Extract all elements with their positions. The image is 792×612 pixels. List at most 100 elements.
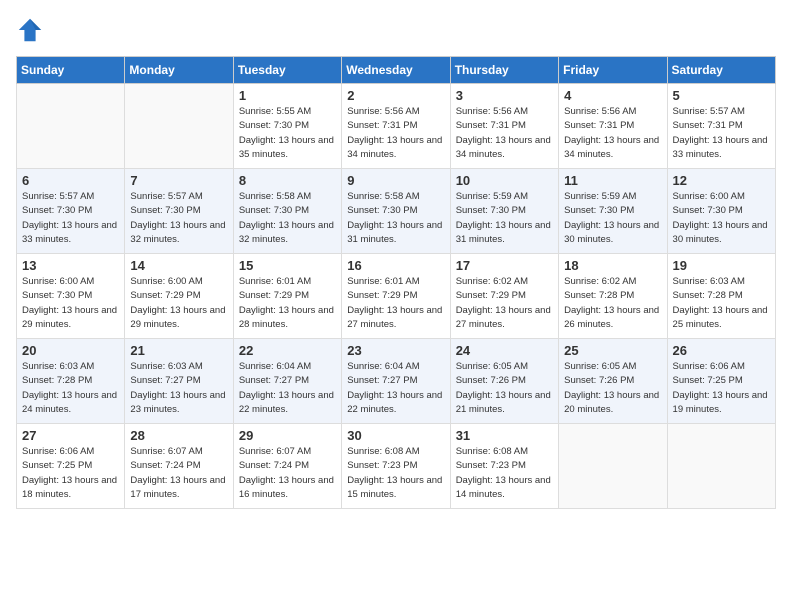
day-info: Sunrise: 6:03 AMSunset: 7:27 PMDaylight:… [130,360,227,417]
calendar-cell: 29 Sunrise: 6:07 AMSunset: 7:24 PMDayligh… [233,424,341,509]
calendar-cell: 9 Sunrise: 5:58 AMSunset: 7:30 PMDaylight… [342,169,450,254]
day-number: 2 [347,88,444,103]
day-info: Sunrise: 5:59 AMSunset: 7:30 PMDaylight:… [456,190,553,247]
calendar-cell: 28Sunrise: 6:07 AMSunset: 7:24 PMDayligh… [125,424,233,509]
day-number: 26 [673,343,770,358]
day-number: 18 [564,258,661,273]
day-info: Sunrise: 6:08 AMSunset: 7:23 PMDaylight:… [347,445,444,502]
day-number: 12 [673,173,770,188]
day-number: 4 [564,88,661,103]
day-number: 11 [564,173,661,188]
day-info: Sunrise: 6:00 AMSunset: 7:30 PMDaylight:… [22,275,119,332]
calendar-cell: 19Sunrise: 6:03 AMSunset: 7:28 PMDayligh… [667,254,775,339]
day-info: Sunrise: 6:03 AMSunset: 7:28 PMDaylight:… [22,360,119,417]
day-number: 15 [239,258,336,273]
day-number: 16 [347,258,444,273]
calendar-cell: 25 Sunrise: 6:05 AMSunset: 7:26 PMDayligh… [559,339,667,424]
calendar-cell [667,424,775,509]
day-info: Sunrise: 6:02 AMSunset: 7:29 PMDaylight:… [456,275,553,332]
day-number: 17 [456,258,553,273]
day-info: Sunrise: 6:04 AMSunset: 7:27 PMDaylight:… [347,360,444,417]
day-info: Sunrise: 6:03 AMSunset: 7:28 PMDaylight:… [673,275,770,332]
calendar-cell: 4 Sunrise: 5:56 AMSunset: 7:31 PMDaylight… [559,84,667,169]
calendar-cell: 6Sunrise: 5:57 AMSunset: 7:30 PMDaylight… [17,169,125,254]
calendar-cell: 21Sunrise: 6:03 AMSunset: 7:27 PMDayligh… [125,339,233,424]
week-row-1: 1Sunrise: 5:55 AMSunset: 7:30 PMDaylight… [17,84,776,169]
day-info: Sunrise: 5:55 AMSunset: 7:30 PMDaylight:… [239,105,336,162]
day-info: Sunrise: 6:07 AMSunset: 7:24 PMDaylight:… [239,445,336,502]
calendar-cell: 13 Sunrise: 6:00 AMSunset: 7:30 PMDayligh… [17,254,125,339]
day-number: 31 [456,428,553,443]
calendar-cell: 27 Sunrise: 6:06 AMSunset: 7:25 PMDayligh… [17,424,125,509]
week-row-4: 20 Sunrise: 6:03 AMSunset: 7:28 PMDayligh… [17,339,776,424]
day-info: Sunrise: 5:58 AMSunset: 7:30 PMDaylight:… [347,190,444,247]
day-number: 9 [347,173,444,188]
day-number: 27 [22,428,119,443]
day-number: 22 [239,343,336,358]
calendar-cell: 12 Sunrise: 6:00 AMSunset: 7:30 PMDayligh… [667,169,775,254]
day-info: Sunrise: 6:06 AMSunset: 7:25 PMDaylight:… [673,360,770,417]
day-info: Sunrise: 6:01 AMSunset: 7:29 PMDaylight:… [239,275,336,332]
week-row-2: 6Sunrise: 5:57 AMSunset: 7:30 PMDaylight… [17,169,776,254]
day-number: 5 [673,88,770,103]
day-info: Sunrise: 6:05 AMSunset: 7:26 PMDaylight:… [456,360,553,417]
calendar-cell: 30 Sunrise: 6:08 AMSunset: 7:23 PMDayligh… [342,424,450,509]
calendar-cell [559,424,667,509]
calendar-cell: 24 Sunrise: 6:05 AMSunset: 7:26 PMDayligh… [450,339,558,424]
day-number: 20 [22,343,119,358]
page-header [16,16,776,44]
calendar-cell: 16 Sunrise: 6:01 AMSunset: 7:29 PMDayligh… [342,254,450,339]
col-header-friday: Friday [559,57,667,84]
day-info: Sunrise: 6:01 AMSunset: 7:29 PMDaylight:… [347,275,444,332]
day-number: 25 [564,343,661,358]
calendar-cell: 11 Sunrise: 5:59 AMSunset: 7:30 PMDayligh… [559,169,667,254]
header-row: SundayMondayTuesdayWednesdayThursdayFrid… [17,57,776,84]
day-number: 7 [130,173,227,188]
day-info: Sunrise: 5:56 AMSunset: 7:31 PMDaylight:… [347,105,444,162]
day-info: Sunrise: 6:04 AMSunset: 7:27 PMDaylight:… [239,360,336,417]
calendar-cell: 26 Sunrise: 6:06 AMSunset: 7:25 PMDayligh… [667,339,775,424]
day-info: Sunrise: 5:56 AMSunset: 7:31 PMDaylight:… [456,105,553,162]
calendar-cell: 1Sunrise: 5:55 AMSunset: 7:30 PMDaylight… [233,84,341,169]
day-info: Sunrise: 6:00 AMSunset: 7:30 PMDaylight:… [673,190,770,247]
calendar-cell: 8Sunrise: 5:58 AMSunset: 7:30 PMDaylight… [233,169,341,254]
day-info: Sunrise: 5:57 AMSunset: 7:30 PMDaylight:… [130,190,227,247]
calendar-cell: 17 Sunrise: 6:02 AMSunset: 7:29 PMDayligh… [450,254,558,339]
day-number: 14 [130,258,227,273]
col-header-sunday: Sunday [17,57,125,84]
day-number: 8 [239,173,336,188]
week-row-5: 27 Sunrise: 6:06 AMSunset: 7:25 PMDayligh… [17,424,776,509]
col-header-tuesday: Tuesday [233,57,341,84]
logo-icon [16,16,44,44]
calendar-cell: 23 Sunrise: 6:04 AMSunset: 7:27 PMDayligh… [342,339,450,424]
calendar-cell: 10 Sunrise: 5:59 AMSunset: 7:30 PMDayligh… [450,169,558,254]
day-number: 28 [130,428,227,443]
day-info: Sunrise: 6:02 AMSunset: 7:28 PMDaylight:… [564,275,661,332]
day-number: 30 [347,428,444,443]
day-number: 10 [456,173,553,188]
day-info: Sunrise: 5:59 AMSunset: 7:30 PMDaylight:… [564,190,661,247]
day-info: Sunrise: 6:06 AMSunset: 7:25 PMDaylight:… [22,445,119,502]
day-info: Sunrise: 5:57 AMSunset: 7:31 PMDaylight:… [673,105,770,162]
day-info: Sunrise: 6:08 AMSunset: 7:23 PMDaylight:… [456,445,553,502]
col-header-wednesday: Wednesday [342,57,450,84]
col-header-monday: Monday [125,57,233,84]
col-header-thursday: Thursday [450,57,558,84]
calendar-cell [125,84,233,169]
calendar-cell [17,84,125,169]
calendar-cell: 2 Sunrise: 5:56 AMSunset: 7:31 PMDaylight… [342,84,450,169]
calendar-cell: 20 Sunrise: 6:03 AMSunset: 7:28 PMDayligh… [17,339,125,424]
day-number: 13 [22,258,119,273]
calendar-cell: 7 Sunrise: 5:57 AMSunset: 7:30 PMDaylight… [125,169,233,254]
day-info: Sunrise: 5:56 AMSunset: 7:31 PMDaylight:… [564,105,661,162]
calendar-cell: 3 Sunrise: 5:56 AMSunset: 7:31 PMDaylight… [450,84,558,169]
day-number: 29 [239,428,336,443]
day-number: 24 [456,343,553,358]
day-number: 3 [456,88,553,103]
calendar-cell: 14Sunrise: 6:00 AMSunset: 7:29 PMDayligh… [125,254,233,339]
calendar-cell: 5 Sunrise: 5:57 AMSunset: 7:31 PMDaylight… [667,84,775,169]
calendar-cell: 15 Sunrise: 6:01 AMSunset: 7:29 PMDayligh… [233,254,341,339]
day-number: 23 [347,343,444,358]
day-info: Sunrise: 5:57 AMSunset: 7:30 PMDaylight:… [22,190,119,247]
day-info: Sunrise: 6:05 AMSunset: 7:26 PMDaylight:… [564,360,661,417]
